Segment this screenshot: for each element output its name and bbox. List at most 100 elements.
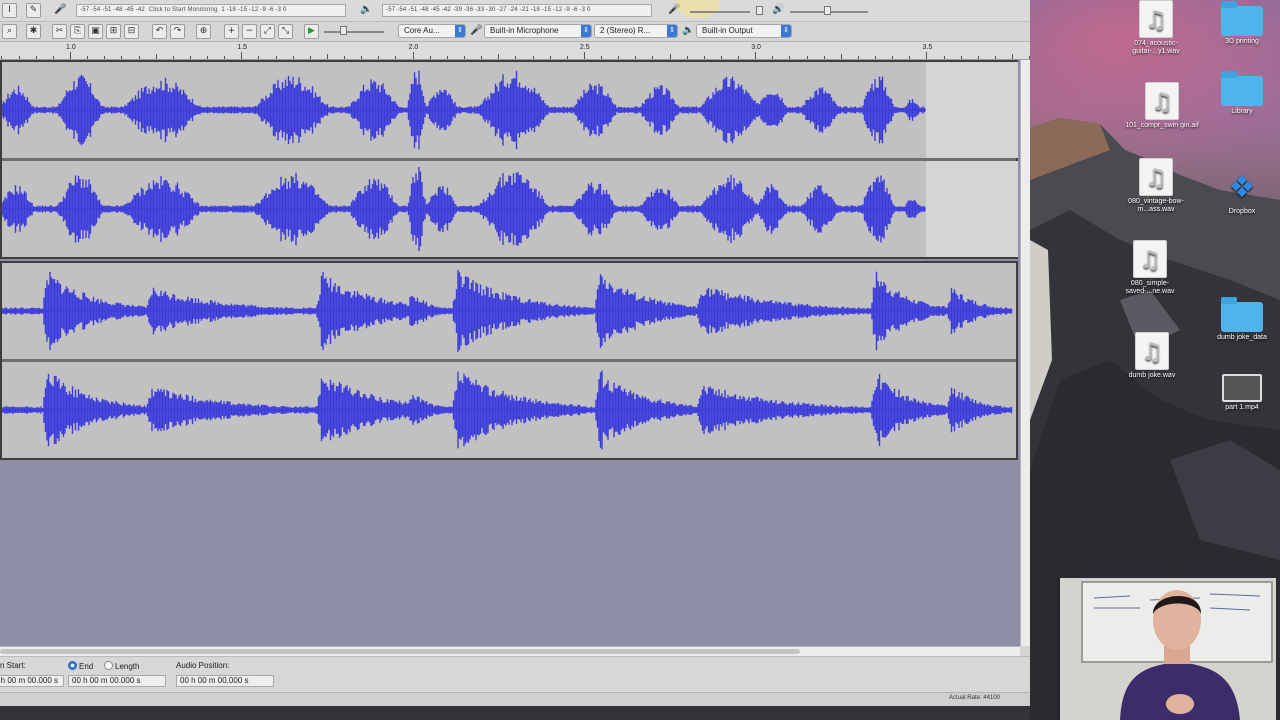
recording-volume-slider[interactable]: [690, 11, 750, 13]
folder-icon: [1221, 1, 1263, 36]
length-radio-button[interactable]: [104, 661, 113, 670]
playback-device-dropdown[interactable]: Built-in Output ⇕: [696, 24, 792, 38]
recording-device-dropdown[interactable]: Built-in Microphone ⇕: [484, 24, 592, 38]
audio-file-icon: ♫: [1145, 82, 1179, 120]
sync-lock-icon[interactable]: ⊕: [196, 24, 211, 39]
horizontal-scrollbar-thumb[interactable]: [0, 649, 800, 654]
ruler-tick: [618, 56, 619, 59]
desktop-icon-audio-file[interactable]: ♫ 080_simple-saved-...ne.wav: [1110, 240, 1190, 296]
track-2-left-waveform: [2, 270, 1013, 352]
track-2-right-channel[interactable]: [2, 362, 1016, 458]
ruler-tick: [207, 56, 208, 59]
draw-tool-icon[interactable]: ✎: [26, 3, 41, 18]
ruler-tick: [498, 54, 499, 59]
ruler-tick: [892, 56, 893, 59]
ruler-tick: [789, 56, 790, 59]
record-meter[interactable]: -57 -54 -51 -48 -45 -42 Click to Start M…: [76, 4, 346, 17]
track-2-left-channel[interactable]: [2, 263, 1016, 359]
zoom-in-icon[interactable]: +: [224, 24, 239, 39]
ruler-tick: [413, 52, 414, 59]
multi-tool-icon[interactable]: ✱: [26, 24, 41, 39]
record-meter-hint[interactable]: Click to Start Monitoring: [146, 7, 220, 13]
desktop-icon-video-file[interactable]: part 1.mp4: [1202, 374, 1280, 412]
silence-icon[interactable]: ⊟: [124, 24, 139, 39]
playback-meter-speaker-icon[interactable]: 🔈: [360, 4, 372, 15]
playback-volume-thumb[interactable]: [824, 6, 831, 15]
ruler-tick: [241, 52, 242, 59]
desktop-icon-label: Dropbox: [1228, 208, 1256, 215]
audio-host-dropdown[interactable]: Core Au... ⇕: [398, 24, 466, 38]
redo-icon[interactable]: ↷: [170, 24, 185, 39]
track-1-left-channel[interactable]: [2, 62, 1018, 158]
selection-start-label: n Start:: [0, 661, 26, 670]
end-radio-label: End: [79, 662, 94, 671]
length-radio[interactable]: Length: [104, 661, 139, 671]
audio-file-icon: ♫: [1139, 158, 1173, 196]
paste-icon[interactable]: ▣: [88, 24, 103, 39]
desktop-icon-folder[interactable]: dumb joke_data: [1202, 296, 1280, 342]
selection-tool-icon[interactable]: I: [2, 3, 17, 18]
desktop-icon-audio-file[interactable]: ♫ 080_vintage-bow-m...ass.wav: [1116, 158, 1196, 214]
ruler-tick: [755, 52, 756, 59]
fit-selection-icon[interactable]: ⤢: [260, 24, 275, 39]
desktop-icon-folder[interactable]: Library: [1202, 70, 1280, 116]
ruler-tick: [190, 56, 191, 59]
zoom-tool-icon[interactable]: ⌕: [2, 24, 17, 39]
ruler-tick: [995, 56, 996, 59]
desktop-icon-label: 3D printing: [1225, 38, 1259, 45]
recording-channels-dropdown[interactable]: 2 (Stereo) R... ⇕: [594, 24, 678, 38]
record-meter-scale: -57 -54 -51 -48 -45 -42: [80, 7, 145, 13]
copy-icon[interactable]: ⎘: [70, 24, 85, 39]
play-speed-thumb[interactable]: [340, 26, 347, 35]
tracks-area[interactable]: [0, 60, 1020, 646]
playback-meter-scale: -57 -54 -51 -48 -45 -42 -39 -36 -33 -30 …: [386, 7, 591, 13]
trim-icon[interactable]: ⊞: [106, 24, 121, 39]
ruler-tick: [858, 56, 859, 59]
record-meter-mic-icon[interactable]: 🎤: [54, 4, 66, 15]
ruler-tick: [584, 52, 585, 59]
desktop-icon-audio-file[interactable]: ♫ dumb joke.wav: [1112, 332, 1192, 380]
ruler-tick: [601, 56, 602, 59]
undo-icon[interactable]: ↶: [152, 24, 167, 39]
chevron-down-icon: ⇕: [455, 25, 465, 37]
zoom-out-icon[interactable]: −: [242, 24, 257, 39]
ruler-tick: [875, 56, 876, 59]
ruler-tick: [533, 56, 534, 59]
ruler-tick: [276, 56, 277, 59]
fit-project-icon[interactable]: ⤡: [278, 24, 293, 39]
track-1-right-channel[interactable]: [2, 161, 1018, 257]
cut-icon[interactable]: ✂: [52, 24, 67, 39]
end-radio-button[interactable]: [68, 661, 77, 670]
vertical-scrollbar[interactable]: [1020, 60, 1030, 646]
audio-position-time[interactable]: 00 h 00 m 00.000 s: [176, 675, 274, 687]
track-1[interactable]: [0, 60, 1018, 259]
timeline-ruler[interactable]: 1.01.52.02.53.03.54.04.55.05.56.06.5: [0, 42, 1030, 60]
ruler-tick: [224, 56, 225, 59]
track-1-left-waveform: [2, 70, 926, 150]
ruler-tick: [841, 54, 842, 59]
selection-end-time[interactable]: 00 h 00 m 00.000 s: [68, 675, 166, 687]
desktop-icon-audio-file[interactable]: ♫ 101_compr_swin gin.aif: [1122, 82, 1202, 130]
audio-file-icon: ♫: [1133, 240, 1167, 278]
ruler-tick: [567, 56, 568, 59]
desktop-icon-label: 101_compr_swin gin.aif: [1125, 122, 1199, 129]
ruler-tick: [1, 56, 2, 59]
ruler-tick: [344, 56, 345, 59]
status-bar: Actual Rate: 44100: [0, 692, 1030, 706]
play-at-speed-icon[interactable]: ▶: [304, 24, 319, 39]
track-2[interactable]: [0, 261, 1018, 460]
ruler-tick: [121, 56, 122, 59]
recording-volume-thumb[interactable]: [756, 6, 763, 15]
desktop-icon-dropbox[interactable]: ❖ Dropbox: [1202, 170, 1280, 216]
horizontal-scrollbar[interactable]: [0, 646, 1020, 656]
playback-meter[interactable]: -57 -54 -51 -48 -45 -42 -39 -36 -33 -30 …: [382, 4, 652, 17]
recording-device-value: Built-in Microphone: [490, 26, 559, 35]
selection-start-time[interactable]: 0 h 00 m 00.000 s: [0, 675, 64, 687]
ruler-tick: [327, 54, 328, 59]
end-radio[interactable]: End: [68, 661, 93, 671]
webcam-overlay: [1058, 578, 1276, 720]
play-speed-slider[interactable]: [324, 31, 384, 33]
ruler-tick: [430, 56, 431, 59]
desktop-icon-folder[interactable]: 3D printing: [1202, 0, 1280, 46]
desktop-icon-audio-file[interactable]: ♫ 074_acoustic-guitar-...y1.wav: [1116, 0, 1196, 56]
